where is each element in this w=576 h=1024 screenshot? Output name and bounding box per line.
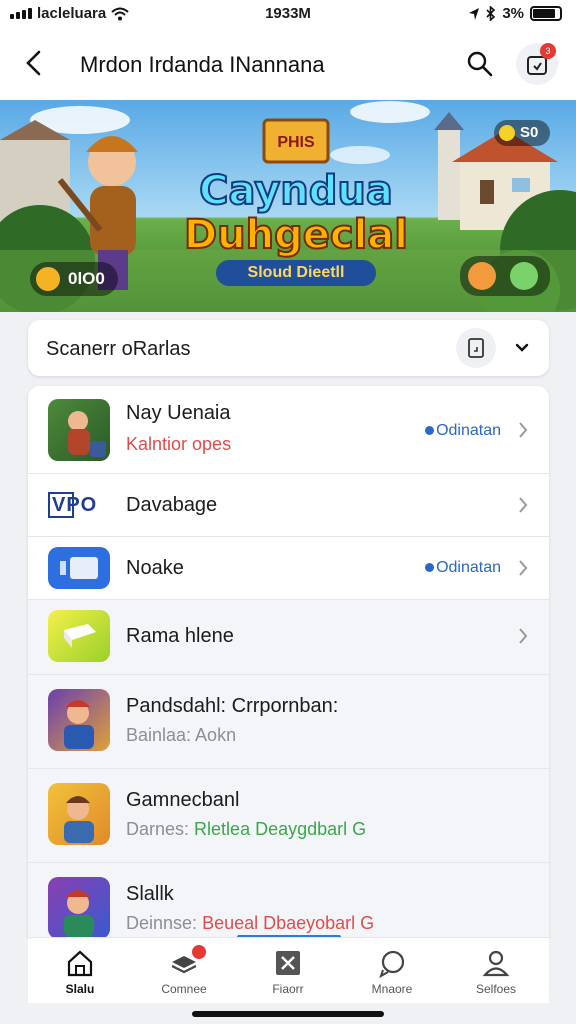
game-subtitle: Sloud Dieetll: [216, 260, 376, 286]
bottom-tab-bar: Slalu Comnee Fiaorr Mnaore Selfoes: [28, 937, 549, 1003]
game-character-thumbnail: [48, 689, 110, 751]
banner-right-counter[interactable]: S0: [494, 120, 550, 146]
list-item-subtitle: Darnes: Rletlea Deaygdbarl G: [126, 819, 367, 839]
profile-icon: [482, 950, 510, 977]
list-item-title: Nay Uenaia: [126, 402, 231, 424]
tab-cards[interactable]: Comnee: [132, 938, 236, 1004]
list-item-title: Davabage: [126, 494, 218, 516]
notification-button[interactable]: 3: [516, 43, 558, 85]
list-item-title: Slallk: [126, 883, 174, 905]
list-item-title: Noake: [126, 557, 184, 579]
list-item-title: Pandsdahl: Crrpornban:: [126, 695, 339, 717]
tab-label: Mnaore: [371, 982, 413, 996]
game-character-thumbnail: [48, 783, 110, 845]
app-list: Nay Uenaia Kalntior opes Odinatan VPO Da…: [28, 386, 549, 946]
app-bar: Mrdon Irdanda INannana 3: [0, 26, 576, 100]
chevron-down-icon[interactable]: [514, 340, 530, 356]
status-bar: lacleluara 1933M 3%: [0, 0, 576, 26]
notification-badge: 3: [540, 43, 556, 59]
bluetooth-icon: [486, 6, 496, 21]
location-icon: [469, 7, 480, 20]
game-hero-thumbnail: [48, 399, 110, 461]
game-character-thumbnail: [48, 877, 110, 939]
orange-avatar-icon: [468, 262, 496, 290]
list-item[interactable]: VPO Davabage: [28, 474, 549, 537]
tab-label: Fiaorr: [272, 982, 304, 996]
list-item[interactable]: Gamnecbanl Darnes: Rletlea Deaygdbarl G: [28, 769, 549, 863]
list-item[interactable]: Slallk Deinnse: Beueal Dbaeyobarl G: [28, 863, 549, 946]
chevron-right-icon: [519, 560, 528, 576]
battery-percent: 3%: [502, 5, 524, 22]
chevron-right-icon: [519, 628, 528, 644]
battery-icon: [530, 6, 562, 21]
list-item-subtitle: Kalntior opes: [126, 434, 232, 454]
sort-selector[interactable]: Scanerr oRarlas: [28, 320, 549, 376]
tab-label: Selfoes: [475, 982, 517, 996]
game-title-line1: Cayndua: [198, 167, 394, 215]
tab-label: Slalu: [65, 982, 95, 996]
tag-dot-icon: [425, 426, 435, 435]
filter-button[interactable]: [456, 328, 496, 368]
game-banner[interactable]: PHIS Cayndua Duhgeclal Sloud Dieetll 0lO…: [0, 100, 576, 312]
banner-left-counter[interactable]: 0lO0: [30, 262, 118, 296]
chat-icon: [379, 950, 405, 978]
list-item-subtitle: Bainlaa: Aokn: [126, 725, 237, 745]
banner-avatars[interactable]: [460, 256, 550, 296]
search-icon[interactable]: [466, 50, 494, 78]
tab-profile[interactable]: Selfoes: [444, 938, 548, 1004]
home-icon: [67, 950, 93, 977]
chevron-right-icon: [519, 497, 528, 513]
list-item-title: Gamnecbanl: [126, 789, 240, 811]
back-arrow-icon[interactable]: [22, 50, 46, 76]
list-item-tag: Odinatan: [425, 559, 501, 577]
lock-icon: [36, 267, 60, 291]
list-item[interactable]: Nay Uenaia Kalntior opes Odinatan: [28, 386, 549, 474]
home-indicator[interactable]: [192, 1011, 384, 1017]
list-item[interactable]: Noake Odinatan: [28, 537, 549, 600]
list-item-tag: Odinatan: [425, 422, 501, 440]
status-right: 3%: [468, 5, 562, 22]
sort-label: Scanerr oRarlas: [46, 338, 191, 360]
tab-label: Comnee: [161, 982, 207, 996]
list-item[interactable]: Pandsdahl: Crrpornban: Bainlaa: Aokn: [28, 675, 549, 769]
page-title: Mrdon Irdanda INannana: [80, 52, 325, 77]
list-item-subtitle: Deinnse: Beueal Dbaeyobarl G: [126, 913, 375, 933]
tag-dot-icon: [425, 563, 435, 572]
list-item[interactable]: Rama hlene: [28, 600, 549, 675]
list-item-title: Rama hlene: [126, 625, 234, 647]
tab-close-box[interactable]: Fiaorr: [236, 938, 340, 1004]
document-icon: [468, 338, 484, 358]
tab-home[interactable]: Slalu: [28, 938, 132, 1004]
tab-chat[interactable]: Mnaore: [340, 938, 444, 1004]
coin-icon: [499, 125, 515, 141]
game-title-line2: Duhgeclal: [183, 211, 409, 259]
yellow-app-icon: [48, 610, 110, 662]
close-box-icon: [276, 951, 300, 975]
green-avatar-icon: [510, 262, 538, 290]
chevron-right-icon: [519, 422, 528, 438]
banner-sign: PHIS: [277, 134, 315, 151]
blue-app-icon: [48, 547, 110, 589]
notification-badge: [192, 945, 206, 959]
vpo-logo: VPO: [48, 480, 110, 530]
